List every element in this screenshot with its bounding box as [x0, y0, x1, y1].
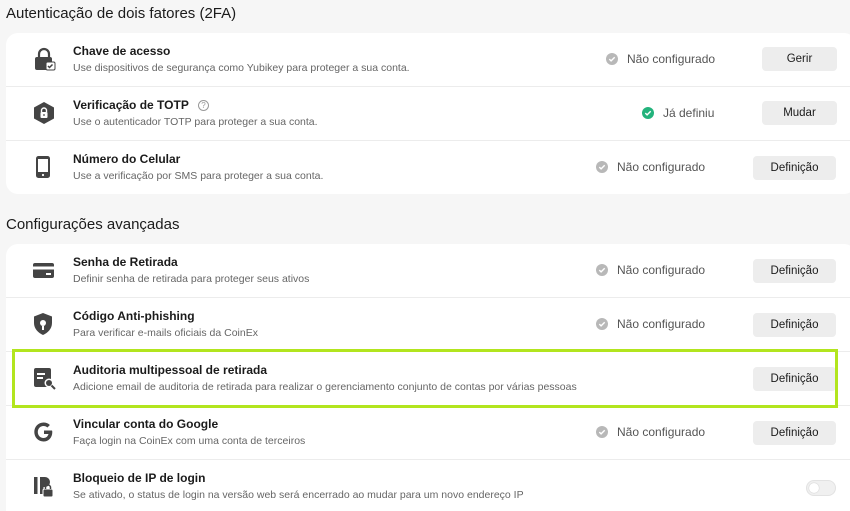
ip-lock-toggle[interactable] — [806, 480, 836, 496]
ip-lock-icon — [32, 474, 56, 498]
row-title: Vincular conta do Google — [73, 417, 219, 431]
twofa-card: Chave de acesso Use dispositivos de segu… — [6, 33, 850, 194]
status-text: Não configurado — [617, 160, 706, 174]
row-description: Para verificar e-mails oficiais da CoinE… — [73, 327, 258, 339]
row-description: Use dispositivos de segurança como Yubik… — [73, 62, 410, 74]
audit-document-icon — [32, 366, 56, 390]
row-description: Use a verificação por SMS para proteger … — [73, 170, 324, 182]
status-badge: Não configurado — [606, 52, 715, 66]
status-check-icon — [596, 161, 608, 173]
status-text: Não configurado — [617, 263, 706, 277]
multi-person-audit-row: Auditoria multipessoal de retirada Adici… — [6, 352, 850, 406]
withdrawal-password-row: Senha de Retirada Definir senha de retir… — [6, 244, 850, 298]
passkey-row: Chave de acesso Use dispositivos de segu… — [6, 33, 850, 87]
status-text: Não configurado — [617, 317, 706, 331]
row-title: Verificação de TOTP ? — [73, 98, 209, 112]
google-icon — [32, 420, 56, 444]
status-badge: Já definiu — [642, 106, 714, 120]
help-icon[interactable]: ? — [197, 100, 209, 111]
lock-icon — [32, 47, 56, 71]
status-badge: Não configurado — [596, 160, 705, 174]
multi-person-audit-settings-button[interactable]: Definição — [753, 367, 836, 391]
section-title-advanced: Configurações avançadas — [6, 216, 180, 233]
status-text: Já definiu — [663, 106, 715, 120]
anti-phishing-row: Código Anti-phishing Para verificar e-ma… — [6, 298, 850, 352]
status-text: Não configurado — [627, 52, 716, 66]
row-title: Bloqueio de IP de login — [73, 471, 206, 485]
ip-lock-row: Bloqueio de IP de login Se ativado, o st… — [6, 460, 850, 511]
status-badge: Não configurado — [596, 263, 705, 277]
google-link-row: Vincular conta do Google Faça login na C… — [6, 406, 850, 460]
row-title: Senha de Retirada — [73, 255, 178, 269]
manage-passkey-button[interactable]: Gerir — [762, 47, 837, 71]
row-description: Adicione email de auditoria de retirada … — [73, 381, 577, 393]
row-title: Código Anti-phishing — [73, 309, 195, 323]
row-description: Se ativado, o status de login na versão … — [73, 489, 524, 501]
status-badge: Não configurado — [596, 425, 705, 439]
row-description: Faça login na CoinEx com uma conta de te… — [73, 435, 306, 447]
phone-settings-button[interactable]: Definição — [753, 156, 836, 180]
change-totp-button[interactable]: Mudar — [762, 101, 837, 125]
status-check-icon — [606, 53, 618, 65]
row-title: Número do Celular — [73, 152, 181, 166]
status-text: Não configurado — [617, 425, 706, 439]
google-link-settings-button[interactable]: Definição — [753, 421, 836, 445]
phone-icon — [32, 155, 56, 179]
status-check-icon — [596, 318, 608, 330]
section-title-2fa: Autenticação de dois fatores (2FA) — [6, 5, 237, 22]
phone-row: Número do Celular Use a verificação por … — [6, 141, 850, 195]
shield-lock-icon — [32, 101, 56, 125]
row-title-text: Verificação de TOTP — [73, 98, 189, 112]
status-success-icon — [642, 107, 654, 119]
row-description: Use o autenticador TOTP para proteger a … — [73, 116, 318, 128]
status-check-icon — [596, 264, 608, 276]
advanced-card: Senha de Retirada Definir senha de retir… — [6, 244, 850, 511]
card-icon — [32, 258, 56, 282]
row-title: Auditoria multipessoal de retirada — [73, 363, 268, 377]
status-check-icon — [596, 426, 608, 438]
status-badge: Não configurado — [596, 317, 705, 331]
row-title: Chave de acesso — [73, 44, 171, 58]
anti-phishing-settings-button[interactable]: Definição — [753, 313, 836, 337]
totp-row: Verificação de TOTP ? Use o autenticador… — [6, 87, 850, 141]
row-description: Definir senha de retirada para proteger … — [73, 273, 310, 285]
anti-phishing-shield-icon — [32, 312, 56, 336]
withdrawal-password-settings-button[interactable]: Definição — [753, 259, 836, 283]
